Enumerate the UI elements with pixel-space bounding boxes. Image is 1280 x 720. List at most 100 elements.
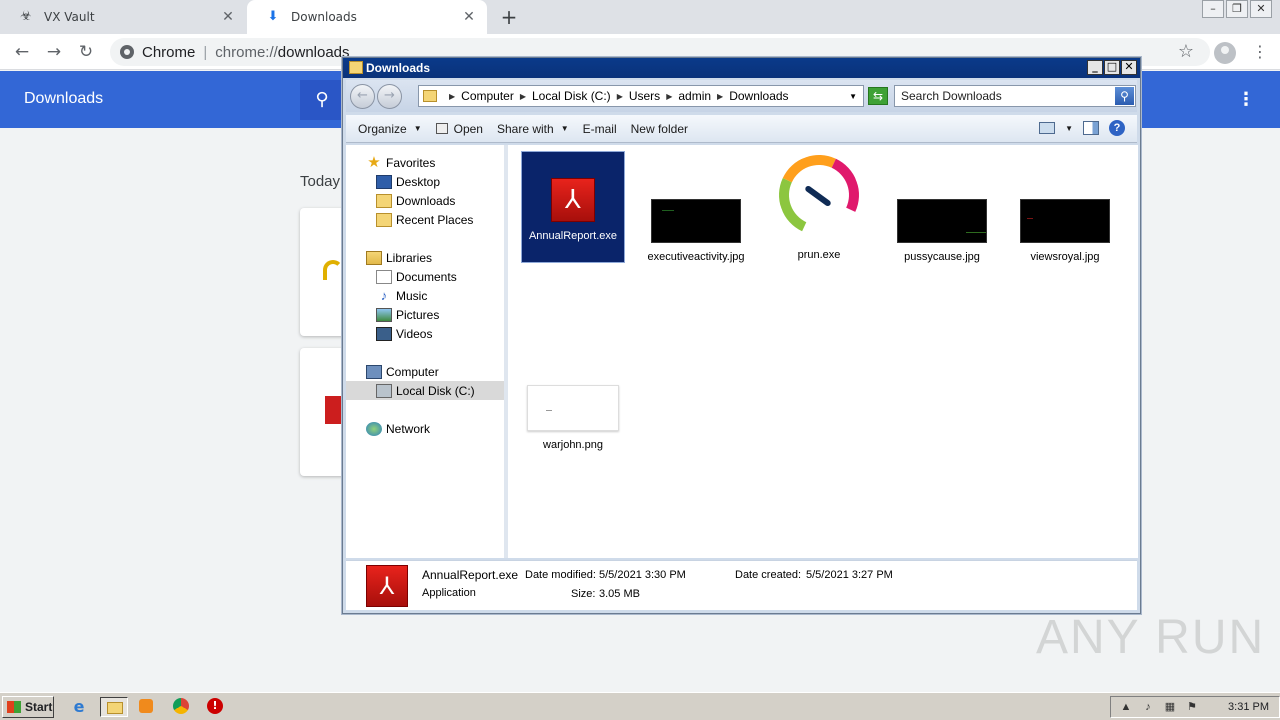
file-item-executiveactivity[interactable]: executiveactivity.jpg — [644, 151, 748, 264]
file-item-pussycause[interactable]: pussycause.jpg — [890, 151, 994, 264]
nav-item-libraries[interactable]: Libraries — [366, 248, 432, 267]
volume-icon[interactable]: ♪ — [1141, 700, 1155, 714]
videos-icon — [376, 326, 392, 341]
chrome-icon[interactable] — [170, 697, 192, 717]
nav-item-favorites[interactable]: ★ Favorites — [366, 153, 435, 172]
site-label: Chrome — [142, 43, 196, 61]
details-pane: ⅄ AnnualReport.exe Application Date modi… — [346, 560, 1137, 610]
refresh-icon[interactable]: ⇆ — [868, 87, 888, 105]
breadcrumb[interactable]: ▶ Computer ▶ Local Disk (C:) ▶ Users ▶ a… — [418, 85, 864, 107]
nav-item-downloads[interactable]: Downloads — [376, 191, 455, 210]
chrome-menu-icon[interactable]: ⋮ — [1250, 40, 1270, 64]
chevron-down-icon[interactable]: ▼ — [849, 92, 857, 101]
nav-item-recent-places[interactable]: Recent Places — [376, 210, 473, 229]
action-center-flag-icon[interactable]: ⚑ — [1185, 700, 1199, 714]
antivirus-icon[interactable] — [204, 697, 226, 717]
chevron-right-icon[interactable]: ▶ — [449, 92, 455, 101]
search-icon[interactable]: ⚲ — [300, 80, 344, 120]
tray-expand-icon[interactable]: ▲ — [1119, 700, 1133, 714]
tab-vx-vault[interactable]: ☣ VX Vault ✕ — [0, 0, 246, 34]
details-modified-value: 5/5/2021 3:30 PM — [599, 569, 686, 581]
explorer-taskbar-icon[interactable] — [100, 697, 128, 717]
chrome-page-icon — [120, 45, 134, 59]
image-thumbnail — [651, 199, 741, 243]
nav-item-pictures[interactable]: Pictures — [376, 305, 439, 324]
organize-label: Organize — [358, 121, 407, 136]
nav-label: Local Disk (C:) — [396, 383, 475, 398]
close-icon[interactable]: ✕ — [220, 9, 236, 25]
nav-item-local-disk[interactable]: Local Disk (C:) — [346, 381, 504, 400]
maximize-button[interactable]: □ — [1104, 60, 1120, 75]
share-with-button[interactable]: Share with ▼ — [497, 122, 569, 136]
file-item-annualreport[interactable]: ⅄ AnnualReport.exe — [521, 151, 625, 263]
profile-avatar-icon[interactable] — [1214, 42, 1236, 64]
taskbar: Start e ▲ ♪ ▦ ⚑ 3:31 PM — [0, 692, 1280, 720]
close-window-button[interactable]: ✕ — [1250, 0, 1272, 18]
image-thumbnail — [1020, 199, 1110, 243]
view-controls: ▼ ? — [1039, 120, 1125, 136]
breadcrumb-downloads[interactable]: Downloads — [729, 89, 788, 103]
back-button[interactable]: ← — [10, 40, 34, 64]
back-arrow-icon[interactable]: ← — [350, 84, 375, 109]
minimize-button[interactable]: _ — [1087, 60, 1103, 75]
breadcrumb-users[interactable]: Users — [629, 89, 660, 103]
new-tab-button[interactable]: + — [498, 6, 520, 28]
new-folder-button[interactable]: New folder — [631, 122, 688, 136]
change-view-icon[interactable] — [1039, 122, 1056, 134]
open-button[interactable]: Open — [435, 122, 483, 136]
internet-explorer-icon[interactable]: e — [68, 697, 90, 717]
more-menu-icon[interactable]: ⋮ — [1234, 87, 1258, 113]
email-label: E-mail — [582, 121, 617, 136]
explorer-window: Downloads _ □ ✕ ← → ▶ Computer ▶ Local D… — [342, 57, 1141, 614]
search-input[interactable]: Search Downloads ⚲ — [894, 85, 1136, 107]
explorer-command-bar: Organize ▼ Open Share with ▼ E-mail New … — [346, 115, 1137, 143]
folder-icon — [349, 61, 363, 74]
search-icon[interactable]: ⚲ — [1115, 87, 1134, 105]
nav-item-network[interactable]: Network — [366, 419, 430, 438]
bookmark-star-icon[interactable]: ☆ — [1175, 40, 1197, 64]
chevron-right-icon[interactable]: ▶ — [520, 92, 526, 101]
media-player-icon[interactable] — [136, 697, 158, 717]
chevron-down-icon[interactable]: ▼ — [1065, 124, 1073, 133]
reload-button[interactable]: ↻ — [74, 40, 98, 64]
nav-label: Pictures — [396, 307, 440, 322]
breadcrumb-admin[interactable]: admin — [678, 89, 711, 103]
chevron-right-icon[interactable]: ▶ — [617, 92, 623, 101]
close-button[interactable]: ✕ — [1121, 60, 1137, 75]
nav-label: Downloads — [396, 193, 456, 208]
minimize-button[interactable]: – — [1202, 0, 1224, 18]
restore-button[interactable]: ❐ — [1226, 0, 1248, 18]
network-tray-icon[interactable]: ▦ — [1163, 700, 1177, 714]
details-modified-label: Date modified: — [525, 569, 596, 581]
breadcrumb-local-disk[interactable]: Local Disk (C:) — [532, 89, 611, 103]
chevron-right-icon[interactable]: ▶ — [666, 92, 672, 101]
clock[interactable]: 3:31 PM — [1228, 701, 1269, 713]
help-icon[interactable]: ? — [1109, 120, 1125, 136]
breadcrumb-computer[interactable]: Computer — [461, 89, 514, 103]
email-button[interactable]: E-mail — [583, 122, 617, 136]
pdf-app-icon: ⅄ — [551, 178, 595, 222]
start-button[interactable]: Start — [2, 696, 54, 718]
file-item-warjohn[interactable]: warjohn.png — [521, 381, 625, 452]
forward-arrow-icon[interactable]: → — [377, 84, 402, 109]
explorer-titlebar[interactable]: Downloads _ □ ✕ — [343, 58, 1140, 78]
nav-item-documents[interactable]: Documents — [376, 267, 457, 286]
folder-icon — [423, 90, 437, 102]
nav-item-music[interactable]: ♪ Music — [376, 286, 428, 305]
file-list: ⅄ AnnualReport.exe executiveactivity.jpg… — [508, 143, 1138, 558]
nav-item-videos[interactable]: Videos — [376, 324, 432, 343]
speedometer-icon — [767, 143, 871, 247]
file-item-viewsroyal[interactable]: viewsroyal.jpg — [1013, 151, 1117, 264]
nav-item-desktop[interactable]: Desktop — [376, 172, 440, 191]
biohazard-icon: ☣ — [20, 9, 32, 24]
chevron-right-icon[interactable]: ▶ — [717, 92, 723, 101]
nav-item-computer[interactable]: Computer — [366, 362, 439, 381]
close-icon[interactable]: ✕ — [461, 9, 477, 25]
downloads-folder-icon — [376, 193, 392, 208]
preview-pane-icon[interactable] — [1083, 121, 1099, 135]
file-item-prun[interactable]: prun.exe — [767, 143, 871, 262]
downloads-title: Downloads — [24, 90, 104, 107]
forward-button[interactable]: → — [42, 40, 66, 64]
tab-downloads[interactable]: ⬇ Downloads ✕ — [247, 0, 487, 34]
organize-button[interactable]: Organize ▼ — [358, 122, 422, 136]
